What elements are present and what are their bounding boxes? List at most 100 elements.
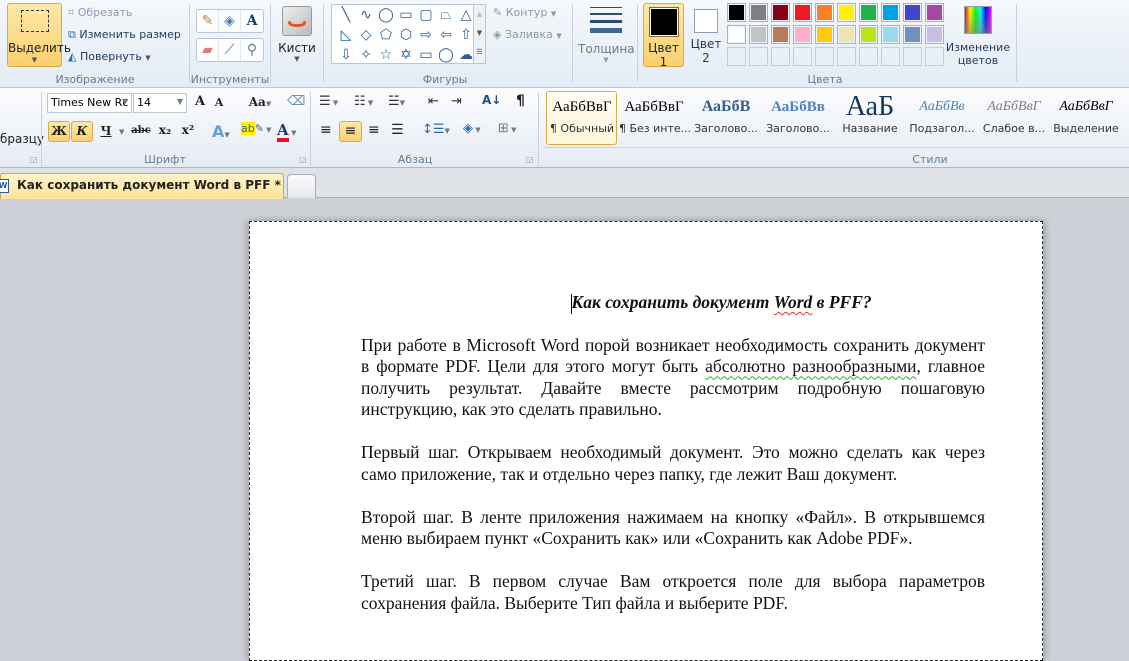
- hexagon-shape-icon[interactable]: ⬡: [396, 25, 416, 45]
- text-icon[interactable]: A: [241, 10, 263, 32]
- borders-button[interactable]: ⊞ ▼: [498, 121, 517, 136]
- right-triangle-shape-icon[interactable]: ◺: [336, 25, 356, 45]
- color2-button[interactable]: Цвет 2: [688, 3, 724, 67]
- style-item[interactable]: АаБбВвГ Выделение: [1051, 92, 1121, 144]
- four-point-star-shape-icon[interactable]: ✧: [356, 45, 376, 65]
- numbering-button[interactable]: ☷ ▼: [354, 94, 373, 109]
- color-swatch[interactable]: [771, 25, 790, 44]
- five-point-star-shape-icon[interactable]: ☆: [376, 45, 396, 65]
- oval-callout-shape-icon[interactable]: ◯: [436, 45, 456, 65]
- font-name-combo[interactable]: Times New Rc ▼: [47, 93, 132, 113]
- custom-color-slot[interactable]: [749, 47, 768, 66]
- style-item[interactable]: АаБбВв Заголово...: [763, 92, 833, 144]
- color-swatch[interactable]: [771, 3, 790, 22]
- font-size-combo[interactable]: 14 ▼: [133, 93, 187, 113]
- justify-button[interactable]: ☰: [391, 122, 404, 138]
- multilevel-list-button[interactable]: ☱▼: [388, 94, 405, 109]
- pencil-icon[interactable]: ✎: [197, 10, 219, 32]
- style-item[interactable]: АаБ Название: [835, 92, 905, 144]
- expand-gallery-icon[interactable]: ☰: [474, 43, 485, 62]
- magnifier-icon[interactable]: ⚲: [241, 39, 263, 61]
- style-item[interactable]: АаБбВ Заголово...: [691, 92, 761, 144]
- color-swatch[interactable]: [793, 25, 812, 44]
- show-formatting-button[interactable]: ¶: [516, 93, 525, 109]
- increase-indent-button[interactable]: ⇥: [451, 94, 462, 109]
- rotate-button[interactable]: ◭ Повернуть ▼: [68, 50, 151, 63]
- custom-color-slot[interactable]: [771, 47, 790, 66]
- color-swatch[interactable]: [859, 3, 878, 22]
- bullets-button[interactable]: ☰ ▼: [319, 94, 338, 109]
- color-swatch[interactable]: [903, 3, 922, 22]
- left-arrow-shape-icon[interactable]: ⇦: [436, 25, 456, 45]
- align-right-button[interactable]: ≡: [368, 122, 380, 138]
- color-swatch[interactable]: [881, 25, 900, 44]
- color-swatch[interactable]: [749, 25, 768, 44]
- style-item[interactable]: АаБбВв Подзагол...: [907, 92, 977, 144]
- custom-color-slot[interactable]: [793, 47, 812, 66]
- chevron-down-icon[interactable]: ▼: [119, 128, 124, 136]
- color-swatch[interactable]: [727, 25, 746, 44]
- style-item[interactable]: АаБбВвГ ¶ Обычный: [547, 92, 617, 144]
- scroll-down-icon[interactable]: ▼: [474, 24, 485, 43]
- fill-button[interactable]: ◈ Заливка ▼: [493, 28, 562, 41]
- clear-formatting-icon[interactable]: ⌫: [287, 94, 305, 109]
- outline-button[interactable]: ✎ Контур ▼: [493, 6, 556, 19]
- style-item[interactable]: АаБбВвГ ¶ Без инте...: [619, 92, 691, 144]
- text-effects-icon[interactable]: A▼: [212, 122, 230, 141]
- dialog-launcher-icon[interactable]: ◲: [299, 155, 307, 164]
- brushes-button[interactable]: Кисти ▼: [276, 4, 318, 66]
- curve-shape-icon[interactable]: ∿: [356, 5, 376, 25]
- style-item[interactable]: АаБбВвГ Слабое в...: [979, 92, 1049, 144]
- new-tab-button[interactable]: [287, 174, 316, 198]
- color-swatch[interactable]: [749, 3, 768, 22]
- six-point-star-shape-icon[interactable]: ✡: [396, 45, 416, 65]
- fill-bucket-icon[interactable]: ◈: [219, 10, 241, 32]
- spelling-error[interactable]: Word: [774, 292, 813, 312]
- grammar-error[interactable]: абсолютно разнообразными: [705, 356, 916, 376]
- color-swatch[interactable]: [903, 25, 922, 44]
- down-arrow-shape-icon[interactable]: ⇩: [336, 45, 356, 65]
- custom-color-slot[interactable]: [881, 47, 900, 66]
- shapes-scrollbar[interactable]: ▲ ▼ ☰: [473, 4, 486, 64]
- line-shape-icon[interactable]: ╲: [336, 5, 356, 25]
- line-spacing-button[interactable]: ↕☰▼: [422, 122, 450, 137]
- bold-button[interactable]: Ж: [48, 121, 70, 142]
- rounded-callout-shape-icon[interactable]: ▭: [416, 45, 436, 65]
- font-color-icon[interactable]: A ▼: [277, 121, 296, 142]
- document-body[interactable]: Как сохранить документ Word в PFF? При р…: [361, 292, 985, 636]
- eraser-icon[interactable]: ▰: [197, 39, 219, 61]
- decrease-indent-button[interactable]: ⇤: [428, 94, 439, 109]
- edit-colors-button[interactable]: Изменение цветов: [943, 4, 1013, 67]
- custom-color-slot[interactable]: [903, 47, 922, 66]
- diamond-shape-icon[interactable]: ◇: [356, 25, 376, 45]
- color-swatch[interactable]: [837, 25, 856, 44]
- custom-color-slot[interactable]: [837, 47, 856, 66]
- dialog-launcher-icon[interactable]: ◲: [526, 155, 534, 164]
- size-button[interactable]: Толщина ▼: [578, 4, 635, 66]
- pentagon-shape-icon[interactable]: ⬠: [376, 25, 396, 45]
- select-button[interactable]: Выделить ▼: [7, 3, 71, 67]
- subscript-button[interactable]: x₂: [157, 123, 173, 137]
- shading-button[interactable]: ◈ ▼: [463, 121, 481, 136]
- custom-color-slot[interactable]: [815, 47, 834, 66]
- italic-button[interactable]: К: [71, 121, 93, 142]
- oval-shape-icon[interactable]: ◯: [376, 5, 396, 25]
- format-painter-label[interactable]: бразцу: [0, 132, 44, 146]
- superscript-button[interactable]: x²: [180, 123, 196, 137]
- strikethrough-button[interactable]: abc: [131, 125, 151, 136]
- color-swatch[interactable]: [881, 3, 900, 22]
- color-swatch[interactable]: [793, 3, 812, 22]
- scroll-up-icon[interactable]: ▲: [474, 5, 485, 24]
- shrink-font-button[interactable]: A: [212, 96, 226, 109]
- custom-color-slot[interactable]: [727, 47, 746, 66]
- custom-color-slot[interactable]: [925, 47, 944, 66]
- dialog-launcher-icon[interactable]: ◲: [30, 155, 38, 164]
- change-case-button[interactable]: Aa▼: [245, 95, 275, 109]
- right-arrow-shape-icon[interactable]: ⇨: [416, 25, 436, 45]
- polygon-shape-icon[interactable]: ⏢: [436, 5, 456, 25]
- sort-button[interactable]: А↓: [482, 93, 501, 107]
- rectangle-shape-icon[interactable]: ▭: [396, 5, 416, 25]
- resize-button[interactable]: ⧉ Изменить размер: [68, 28, 181, 42]
- rounded-rectangle-shape-icon[interactable]: ▢: [416, 5, 436, 25]
- color-swatch[interactable]: [815, 3, 834, 22]
